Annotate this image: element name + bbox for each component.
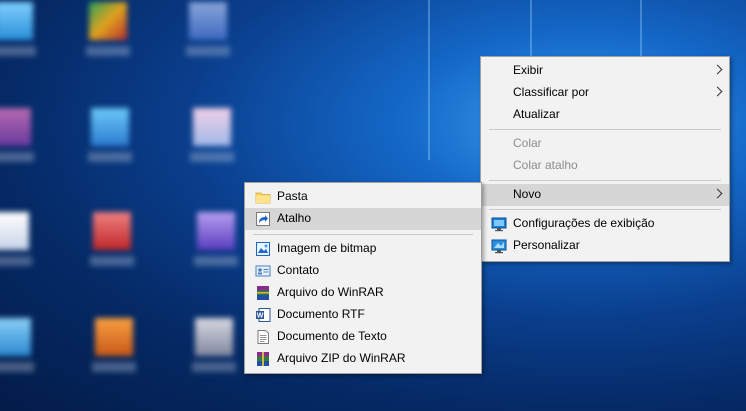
winrar-icon bbox=[257, 286, 269, 300]
menu-separator bbox=[253, 234, 473, 235]
menu-item-label: Documento RTF bbox=[277, 307, 365, 321]
menu-item-label: Pasta bbox=[277, 189, 308, 203]
submenu-item-arquivo-do-winrar[interactable]: Arquivo do WinRAR bbox=[245, 282, 481, 304]
menu-item-label: Imagem de bitmap bbox=[277, 241, 377, 255]
bitmap-icon bbox=[256, 242, 270, 256]
desktop-icon[interactable] bbox=[86, 2, 130, 64]
chevron-right-icon bbox=[712, 64, 723, 75]
winrar-zip-icon bbox=[257, 352, 269, 366]
menu-item-label: Arquivo ZIP do WinRAR bbox=[277, 351, 406, 365]
desktop-icon[interactable] bbox=[190, 108, 234, 170]
contact-icon bbox=[255, 265, 271, 277]
desktop-icon[interactable] bbox=[0, 318, 34, 380]
menu-item-label: Colar atalho bbox=[513, 158, 578, 172]
menu-item-label: Configurações de exibição bbox=[513, 216, 655, 230]
menu-item-colar[interactable]: Colar bbox=[481, 133, 729, 155]
submenu-item-imagem-de-bitmap[interactable]: Imagem de bitmap bbox=[245, 238, 481, 260]
desktop-icon[interactable] bbox=[186, 2, 230, 64]
menu-item-label: Colar bbox=[513, 136, 542, 150]
desktop-icon[interactable] bbox=[0, 2, 36, 64]
svg-text:W: W bbox=[257, 313, 264, 320]
shortcut-icon bbox=[256, 212, 270, 226]
display-settings-icon bbox=[491, 217, 507, 232]
submenu-item-documento-rtf[interactable]: W Documento RTF bbox=[245, 304, 481, 326]
word-rtf-icon: W bbox=[256, 308, 271, 322]
desktop-icon[interactable] bbox=[0, 212, 32, 274]
folder-icon bbox=[255, 192, 271, 204]
menu-item-label: Arquivo do WinRAR bbox=[277, 285, 384, 299]
menu-item-label: Documento de Texto bbox=[277, 329, 387, 343]
menu-item-label: Exibir bbox=[513, 63, 544, 77]
menu-item-novo[interactable]: Novo bbox=[481, 184, 729, 206]
menu-item-label: Contato bbox=[277, 263, 320, 277]
chevron-right-icon bbox=[712, 86, 723, 97]
submenu-item-documento-de-texto[interactable]: Documento de Texto bbox=[245, 326, 481, 348]
menu-item-exibir[interactable]: Exibir bbox=[481, 60, 729, 82]
menu-item-personalizar[interactable]: Personalizar bbox=[481, 235, 729, 257]
desktop-icon[interactable] bbox=[88, 108, 132, 170]
wallpaper-light-beam bbox=[428, 0, 430, 160]
text-document-icon bbox=[257, 330, 269, 344]
submenu-item-pasta[interactable]: Pasta bbox=[245, 186, 481, 208]
menu-item-label: Atalho bbox=[277, 211, 312, 225]
menu-item-label: Classificar por bbox=[513, 85, 590, 99]
desktop-icon[interactable] bbox=[192, 318, 236, 380]
desktop-icon[interactable] bbox=[90, 212, 134, 274]
desktop-context-menu: Exibir Classificar por Atualizar Colar C… bbox=[480, 56, 730, 262]
desktop-icon[interactable] bbox=[92, 318, 136, 380]
chevron-right-icon bbox=[712, 188, 723, 199]
desktop-icon[interactable] bbox=[194, 212, 238, 274]
menu-item-label: Personalizar bbox=[513, 238, 580, 252]
menu-item-label: Novo bbox=[513, 187, 542, 201]
menu-separator bbox=[489, 180, 721, 181]
menu-separator bbox=[489, 129, 721, 130]
submenu-item-contato[interactable]: Contato bbox=[245, 260, 481, 282]
new-submenu: Pasta Atalho Imagem de bitmap Contato Ar… bbox=[244, 182, 482, 374]
menu-item-label: Atualizar bbox=[513, 107, 560, 121]
menu-item-colar-atalho[interactable]: Colar atalho bbox=[481, 155, 729, 177]
submenu-item-arquivo-zip-do-winrar[interactable]: Arquivo ZIP do WinRAR bbox=[245, 348, 481, 370]
menu-separator bbox=[489, 209, 721, 210]
desktop-icon[interactable] bbox=[0, 108, 34, 170]
menu-item-classificar-por[interactable]: Classificar por bbox=[481, 82, 729, 104]
submenu-item-atalho[interactable]: Atalho bbox=[245, 208, 481, 230]
menu-item-configuracoes-de-exibicao[interactable]: Configurações de exibição bbox=[481, 213, 729, 235]
personalize-icon bbox=[491, 239, 507, 254]
menu-item-atualizar[interactable]: Atualizar bbox=[481, 104, 729, 126]
